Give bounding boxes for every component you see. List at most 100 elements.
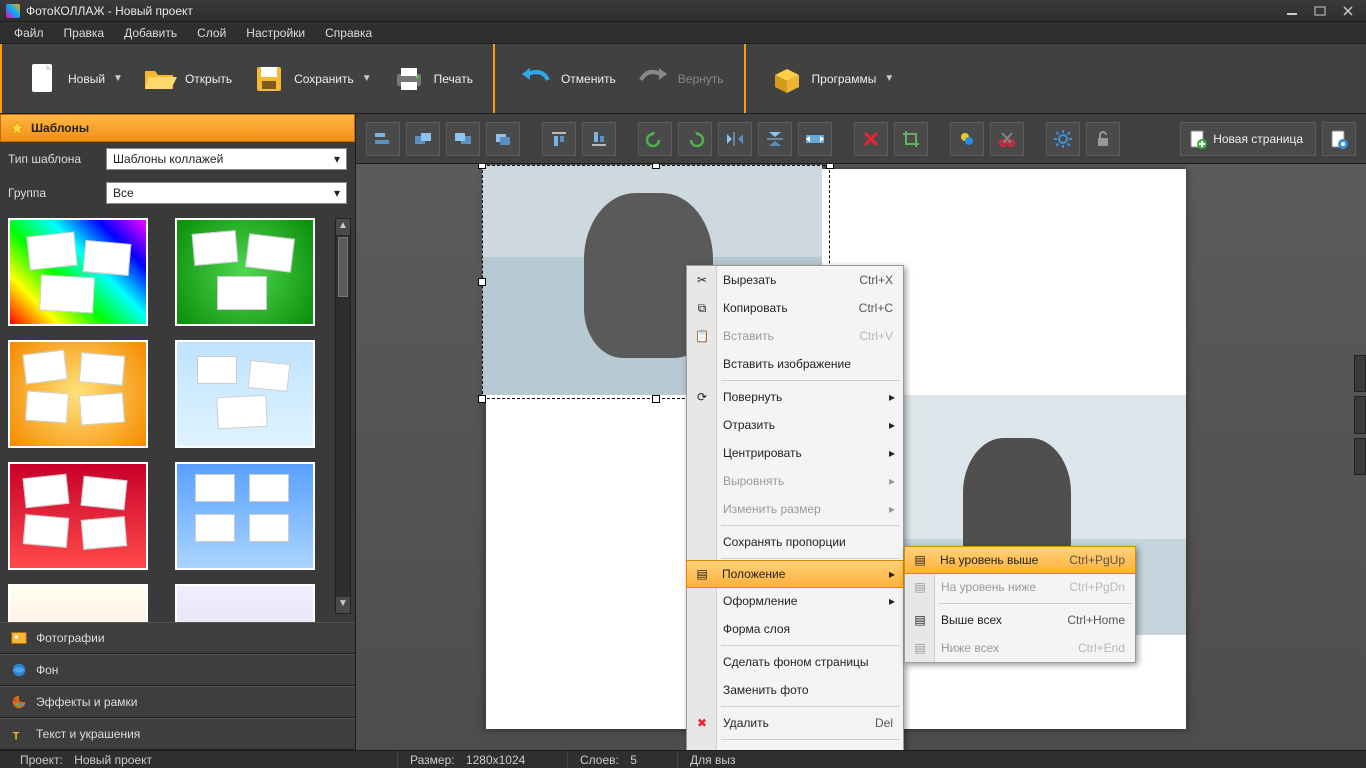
template-thumb[interactable]: [8, 340, 148, 448]
cm-style[interactable]: Оформление▸: [687, 587, 903, 615]
paste-icon: 📋: [692, 326, 712, 346]
template-thumb[interactable]: [175, 218, 315, 326]
bring-front-button[interactable]: [406, 122, 440, 156]
template-group-combo[interactable]: Все▾: [106, 182, 347, 204]
menu-help[interactable]: Справка: [315, 23, 382, 43]
new-button[interactable]: Новый▼: [16, 56, 133, 102]
maximize-button[interactable]: [1308, 4, 1332, 18]
template-scrollbar[interactable]: ▲ ▼: [335, 218, 351, 614]
copy-icon: ⧉: [692, 298, 712, 318]
crop-button[interactable]: [894, 122, 928, 156]
cm-align: Выровнять▸: [687, 467, 903, 495]
cm-shape[interactable]: Форма слоя: [687, 615, 903, 643]
menu-layer[interactable]: Слой: [187, 23, 236, 43]
fit-width-button[interactable]: [798, 122, 832, 156]
sidebar-tab-effects[interactable]: Эффекты и рамки: [0, 686, 355, 718]
status-project-value: Новый проект: [74, 753, 152, 767]
align-top-button[interactable]: [542, 122, 576, 156]
sidebar-tab-photos[interactable]: Фотографии: [0, 622, 355, 654]
menu-add[interactable]: Добавить: [114, 23, 187, 43]
workspace[interactable]: ✂ВырезатьCtrl+X ⧉КопироватьCtrl+C 📋 Встав…: [356, 164, 1366, 750]
sm-to-top[interactable]: ▤Выше всехCtrl+Home: [905, 606, 1135, 634]
scroll-thumb[interactable]: [338, 237, 348, 297]
undo-button[interactable]: Отменить: [509, 56, 626, 102]
print-button[interactable]: Печать: [382, 56, 483, 102]
sm-level-up[interactable]: ▤На уровень вышеCtrl+PgUp: [904, 546, 1136, 574]
cm-reflect[interactable]: Отразить▸: [687, 411, 903, 439]
template-thumb[interactable]: [175, 340, 315, 448]
lock-icon: [1095, 130, 1111, 148]
layer-bottom-icon: ▤: [910, 638, 930, 658]
rotate-right-button[interactable]: [678, 122, 712, 156]
scroll-up-icon[interactable]: ▲: [336, 219, 350, 235]
open-button[interactable]: Открыть: [133, 56, 242, 102]
cm-insert-image[interactable]: Вставить изображение: [687, 350, 903, 378]
cm-delete[interactable]: ✖УдалитьDel: [687, 709, 903, 737]
template-thumb[interactable]: [175, 584, 315, 622]
new-page-button[interactable]: Новая страница: [1180, 122, 1316, 156]
status-size-label: Размер:: [410, 753, 455, 767]
layers-button[interactable]: [486, 122, 520, 156]
flip-horizontal-button[interactable]: [718, 122, 752, 156]
rotate-left-button[interactable]: [638, 122, 672, 156]
cm-copy[interactable]: ⧉КопироватьCtrl+C: [687, 294, 903, 322]
context-menu: ✂ВырезатьCtrl+X ⧉КопироватьCtrl+C 📋 Встав…: [686, 265, 904, 750]
save-button[interactable]: Сохранить▼: [242, 56, 382, 102]
palette-icon: [10, 693, 28, 711]
cm-position[interactable]: ▤Положение▸: [686, 560, 904, 588]
template-thumb[interactable]: [8, 584, 148, 622]
delete-layer-button[interactable]: [854, 122, 888, 156]
right-flyout-handles[interactable]: [1354, 355, 1366, 475]
menu-file[interactable]: Файл: [4, 23, 54, 43]
menu-edit[interactable]: Правка: [54, 23, 115, 43]
sidebar: Шаблоны Тип шаблона Шаблоны коллажей▾ Гр…: [0, 114, 356, 750]
cm-rotate[interactable]: ⟳Повернуть▸: [687, 383, 903, 411]
color-pick-button[interactable]: [950, 122, 984, 156]
page-settings-button[interactable]: [1322, 122, 1356, 156]
titlebar: ФотоКОЛЛАЖ - Новый проект: [0, 0, 1366, 22]
template-thumb[interactable]: [8, 462, 148, 570]
text-icon: T: [10, 725, 28, 743]
template-type-label: Тип шаблона: [8, 152, 98, 166]
minimize-button[interactable]: [1280, 4, 1304, 18]
layer-up-icon: ▤: [910, 550, 930, 570]
cm-center[interactable]: Центрировать▸: [687, 439, 903, 467]
menubar: Файл Правка Добавить Слой Настройки Спра…: [0, 22, 1366, 44]
cm-keep-proportions[interactable]: Сохранять пропорции: [687, 528, 903, 556]
lock-button[interactable]: [1086, 122, 1120, 156]
folder-open-icon: [143, 62, 177, 96]
send-back-button[interactable]: [446, 122, 480, 156]
template-list: ▲ ▼: [0, 210, 355, 622]
sm-level-down: ▤На уровень нижеCtrl+PgDn: [905, 573, 1135, 601]
menu-settings[interactable]: Настройки: [236, 23, 315, 43]
photos-icon: [10, 629, 28, 647]
status-layers-value: 5: [630, 753, 637, 767]
flip-vertical-button[interactable]: [758, 122, 792, 156]
template-thumb[interactable]: [8, 218, 148, 326]
cm-resize: Изменить размер▸: [687, 495, 903, 523]
star-icon: [9, 120, 25, 136]
cm-replace[interactable]: Заменить фото: [687, 676, 903, 704]
canvas-area: Новая страница: [356, 114, 1366, 750]
undo-icon: [519, 62, 553, 96]
template-type-combo[interactable]: Шаблоны коллажей▾: [106, 148, 347, 170]
main-toolbar: Новый▼ Открыть Сохранить▼ Печать Отменит…: [0, 44, 1366, 114]
delete-icon: ✖: [692, 713, 712, 733]
programs-button[interactable]: Программы▼: [760, 56, 905, 102]
settings-button[interactable]: [1046, 122, 1080, 156]
cm-set-bg[interactable]: Сделать фоном страницы: [687, 648, 903, 676]
align-left-button[interactable]: [366, 122, 400, 156]
cut-button[interactable]: [990, 122, 1024, 156]
scissors-icon: ✂: [692, 270, 712, 290]
scroll-down-icon[interactable]: ▼: [336, 597, 350, 613]
status-hint: Для выз: [690, 753, 735, 767]
position-submenu: ▤На уровень вышеCtrl+PgUp ▤На уровень ни…: [904, 546, 1136, 663]
cm-properties[interactable]: ⚙Свойства: [687, 742, 903, 750]
sidebar-tab-text[interactable]: TТекст и украшения: [0, 718, 355, 750]
template-thumb[interactable]: [175, 462, 315, 570]
close-button[interactable]: [1336, 4, 1360, 18]
layer-down-icon: ▤: [910, 577, 930, 597]
align-bottom-button[interactable]: [582, 122, 616, 156]
cm-cut[interactable]: ✂ВырезатьCtrl+X: [687, 266, 903, 294]
sidebar-tab-background[interactable]: Фон: [0, 654, 355, 686]
